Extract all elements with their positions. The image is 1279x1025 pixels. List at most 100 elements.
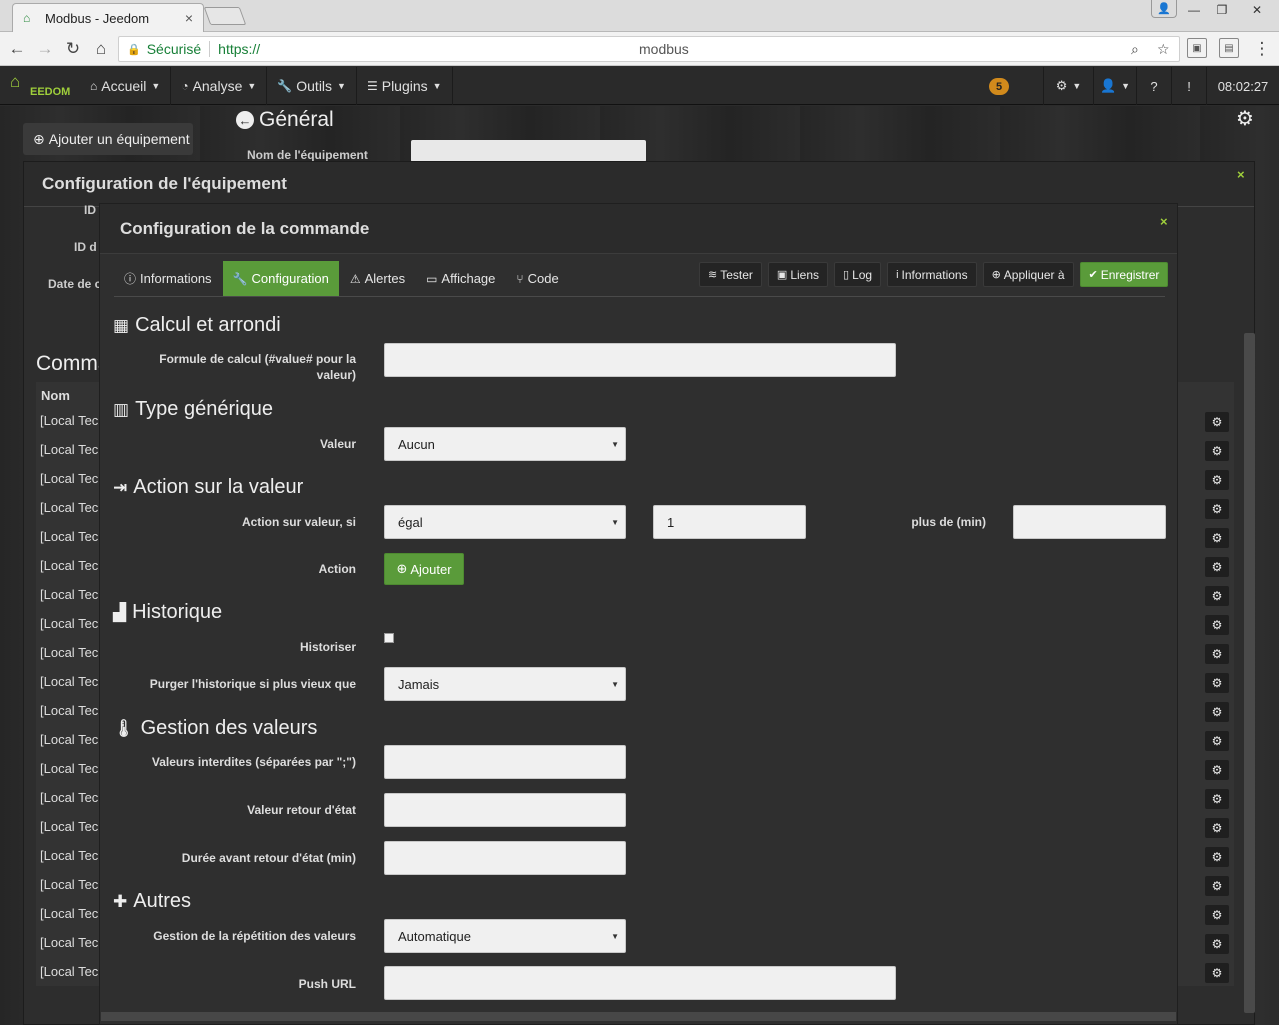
cogs-icon[interactable]: ⚙ [1205, 789, 1229, 809]
add-equipment-button[interactable]: ⊕ Ajouter un équipement [23, 123, 193, 155]
back-icon[interactable]: ← [6, 38, 28, 60]
forbidden-values-input[interactable] [384, 745, 626, 779]
close-icon[interactable]: × [1160, 214, 1168, 229]
section-calcul-title: Calcul et arrondi [135, 314, 281, 336]
new-tab-button[interactable] [203, 7, 247, 25]
cogs-icon[interactable]: ⚙ [1205, 963, 1229, 983]
menu-kebab-icon[interactable]: ⋮ [1251, 38, 1273, 60]
tab-alertes[interactable]: ⚠ Alertes [340, 261, 415, 296]
cogs-icon[interactable]: ⚙ [1205, 528, 1229, 548]
notification-badge[interactable]: 5 [989, 78, 1009, 95]
cogs-icon[interactable]: ⚙ [1205, 905, 1229, 925]
inner-horizontal-scrollbar[interactable] [101, 1012, 1176, 1021]
cogs-icon[interactable]: ⚙ [1205, 673, 1229, 693]
home-icon[interactable]: ⌂ [90, 38, 112, 60]
nav-analyse[interactable]: ◔ Analyse ▼ [171, 66, 268, 105]
cogs-icon[interactable]: ⚙ [1205, 876, 1229, 896]
command-actions: ≋ Tester ▣ Liens ▯ Log i Informations ⊕ … [693, 262, 1169, 287]
nav-accueil[interactable]: ⌂ Accueil ▼ [80, 66, 172, 105]
formula-input[interactable] [384, 343, 896, 377]
window-close-icon[interactable]: ✕ [1236, 0, 1278, 20]
condition-select[interactable]: égal [384, 505, 626, 539]
liens-label: Liens [790, 267, 819, 282]
help-button[interactable]: ? [1136, 67, 1171, 105]
duration-input[interactable] [1013, 505, 1166, 539]
secure-indicator[interactable]: 🔒 Sécurisé [119, 41, 201, 57]
cogs-icon[interactable]: ⚙ [1205, 702, 1229, 722]
command-row-label: [Local Tech [40, 790, 100, 805]
browser-tab[interactable]: ⌂ Modbus - Jeedom × [12, 3, 204, 32]
enregistrer-button[interactable]: ✔ Enregistrer [1079, 262, 1169, 287]
extension-icon[interactable]: ▣ [1187, 38, 1207, 58]
restore-icon[interactable]: ❐ [1208, 0, 1236, 20]
cogs-icon[interactable]: ⚙ [1205, 470, 1229, 490]
jeedom-logo[interactable]: ⌂ EEDOM [0, 67, 80, 105]
cogs-icon[interactable]: ⚙ [1205, 847, 1229, 867]
cogs-icon[interactable]: ⚙ [1205, 760, 1229, 780]
return-state-input[interactable] [384, 793, 626, 827]
sign-out-icon: ⇥ [113, 477, 128, 497]
zoom-search-icon[interactable]: ⌕ [1131, 41, 1139, 58]
nav-outils[interactable]: 🔧 Outils ▼ [267, 66, 357, 105]
browser-toolbar: ← → ↻ ⌂ 🔒 Sécurisé https:// modbus ⌕ ☆ ▣… [0, 32, 1279, 66]
building-icon: ▥ [113, 399, 130, 419]
address-bar[interactable]: 🔒 Sécurisé https:// modbus ⌕ ☆ [118, 36, 1180, 62]
cogs-icon[interactable]: ⚙ [1205, 934, 1229, 954]
nav-plugins-label: Plugins [381, 77, 428, 94]
config-menu[interactable]: ⚙ ▼ [1043, 67, 1093, 105]
informations-button[interactable]: i Informations [887, 262, 977, 287]
section-action-title: Action sur la valeur [133, 476, 304, 498]
minimize-icon[interactable]: — [1180, 0, 1208, 20]
tab-informations[interactable]: ⓘ Informations [114, 261, 222, 296]
caret-down-icon: ▼ [247, 80, 257, 91]
log-button[interactable]: ▯ Log [834, 262, 882, 287]
left-label-date: Date de c [48, 277, 102, 291]
appliquer-button[interactable]: ⊕ Appliquer à [982, 262, 1074, 287]
cogs-icon[interactable]: ⚙ [1205, 557, 1229, 577]
nav-plugins[interactable]: ☰ Plugins ▼ [357, 66, 453, 105]
nav-accueil-label: Accueil [101, 77, 147, 94]
cogs-icon[interactable]: ⚙ [1205, 818, 1229, 838]
cogs-icon[interactable]: ⚙ [1205, 731, 1229, 751]
historize-checkbox[interactable] [384, 633, 394, 643]
cogs-icon[interactable]: ⚙ [1205, 586, 1229, 606]
arrow-circle-left-icon[interactable]: ← [236, 111, 254, 129]
cogs-icon[interactable]: ⚙ [1236, 106, 1254, 131]
browser-tabstrip: ⌂ Modbus - Jeedom × 👤 — ❐ ✕ [0, 0, 1279, 32]
desktop-icon: ▭ [426, 271, 438, 286]
user-menu[interactable]: 👤 ▼ [1093, 67, 1136, 105]
profile-icon[interactable]: 👤 [1151, 0, 1177, 18]
tester-button[interactable]: ≋ Tester [699, 262, 762, 287]
browser-tab-title: Modbus - Jeedom [45, 10, 150, 26]
table-icon: ▦ [113, 315, 130, 335]
close-tab-icon[interactable]: × [185, 10, 193, 26]
forward-icon[interactable]: → [34, 38, 56, 60]
close-icon[interactable]: × [1237, 167, 1245, 182]
repeat-label: Gestion de la répétition des valeurs [153, 929, 356, 943]
return-duration-input[interactable] [384, 841, 626, 875]
cogs-icon[interactable]: ⚙ [1205, 499, 1229, 519]
generic-type-select[interactable]: Aucun [384, 427, 626, 461]
equipment-name-input[interactable] [411, 140, 646, 162]
cogs-icon[interactable]: ⚙ [1205, 441, 1229, 461]
tab-configuration[interactable]: 🔧 Configuration [222, 261, 339, 296]
code-fork-icon: ⑂ [516, 271, 524, 286]
command-row-label: [Local Tech [40, 848, 100, 863]
add-action-button[interactable]: ⊕ Ajouter [384, 553, 464, 585]
cogs-icon[interactable]: ⚙ [1205, 644, 1229, 664]
report-button[interactable]: ! [1171, 67, 1206, 105]
tab-affichage[interactable]: ▭ Affichage [416, 261, 505, 296]
repeat-select[interactable]: Automatique [384, 919, 626, 953]
extension-icon-2[interactable]: ▤ [1219, 38, 1239, 58]
command-tabs: ⓘ Informations 🔧 Configuration ⚠ Alertes… [114, 261, 570, 296]
purge-select[interactable]: Jamais [384, 667, 626, 701]
bookmark-star-icon[interactable]: ☆ [1157, 41, 1170, 58]
tab-code[interactable]: ⑂ Code [506, 261, 568, 296]
push-url-input[interactable] [384, 966, 896, 1000]
outer-scrollbar[interactable] [1244, 333, 1255, 1013]
cogs-icon[interactable]: ⚙ [1205, 615, 1229, 635]
tab-divider [114, 296, 1165, 297]
liens-button[interactable]: ▣ Liens [767, 262, 828, 287]
reload-icon[interactable]: ↻ [62, 38, 84, 60]
cogs-icon[interactable]: ⚙ [1205, 412, 1229, 432]
